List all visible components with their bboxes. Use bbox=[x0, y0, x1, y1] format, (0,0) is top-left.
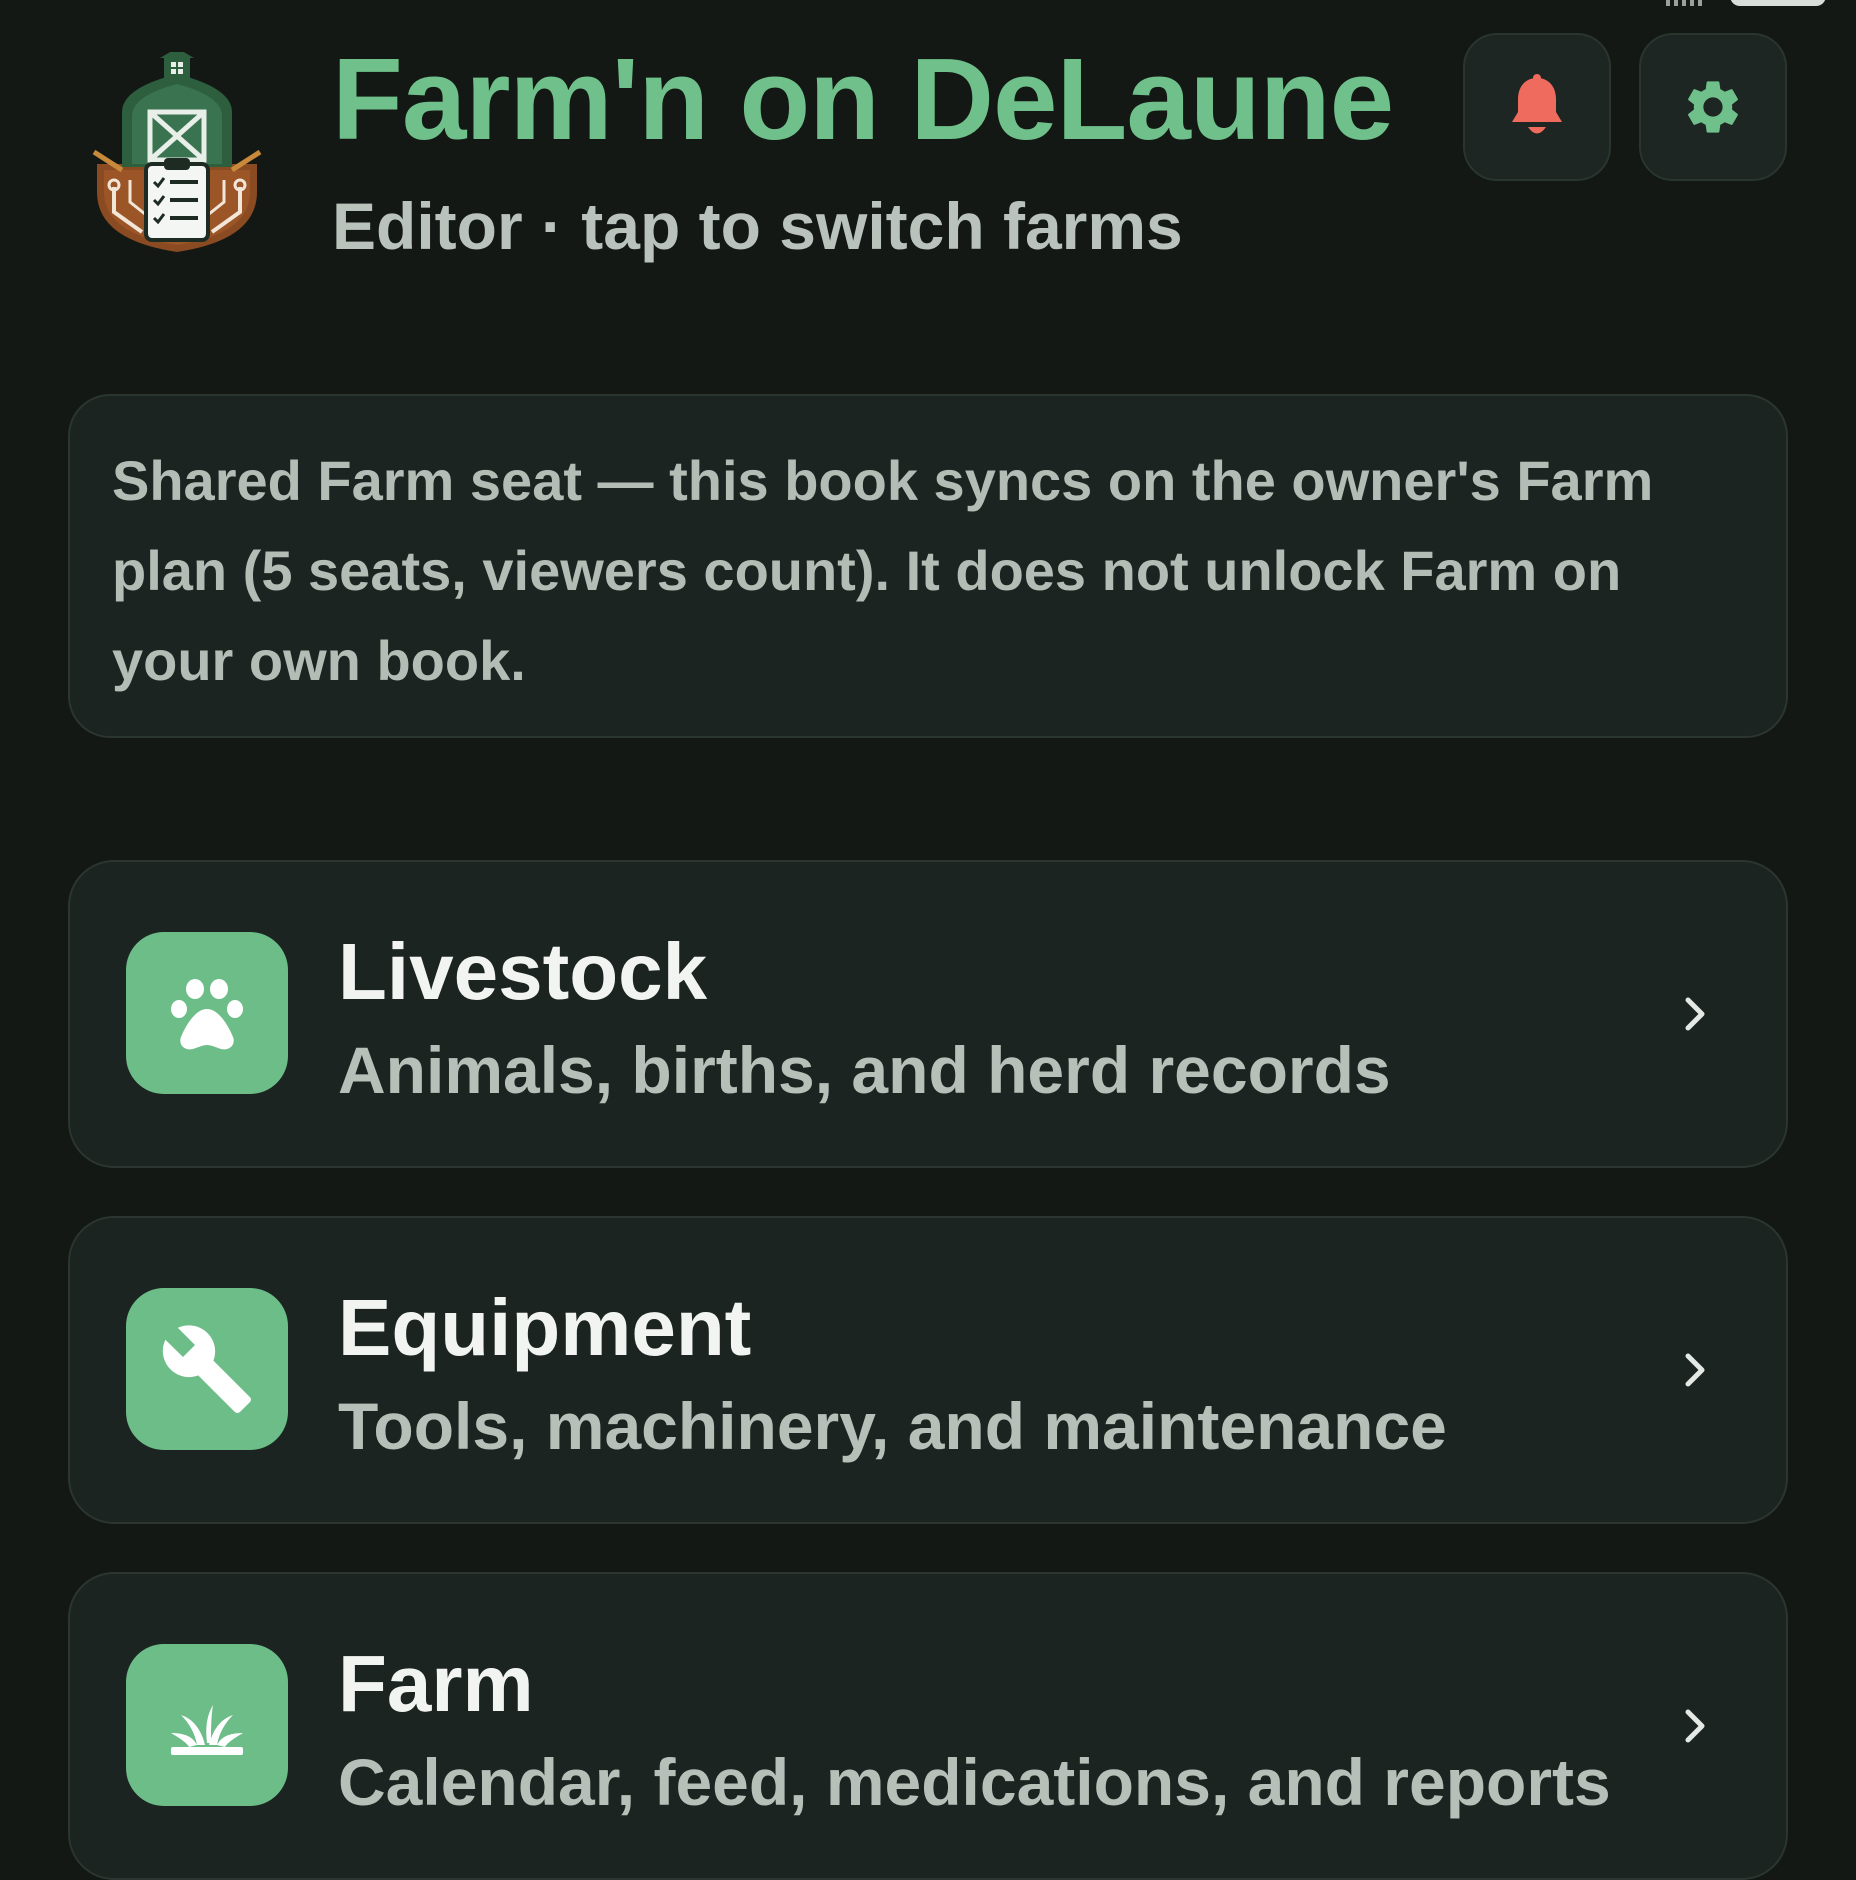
shared-seat-notice: Shared Farm seat — this book syncs on th… bbox=[68, 394, 1788, 738]
sprout-icon bbox=[126, 1644, 288, 1806]
nav-card-title: Livestock bbox=[338, 927, 708, 1016]
settings-button[interactable] bbox=[1639, 33, 1787, 181]
nav-card-title: Farm bbox=[338, 1639, 534, 1728]
nav-card-livestock[interactable]: Livestock Animals, births, and herd reco… bbox=[68, 860, 1788, 1168]
paw-icon bbox=[126, 932, 288, 1094]
notifications-button[interactable] bbox=[1463, 33, 1611, 181]
chevron-right-icon bbox=[1685, 1353, 1705, 1387]
nav-card-description: Calendar, feed, medications, and reports bbox=[338, 1745, 1611, 1819]
nav-card-description: Tools, machinery, and maintenance bbox=[338, 1389, 1447, 1463]
chevron-right-icon bbox=[1685, 1709, 1705, 1743]
nav-card-equipment[interactable]: Equipment Tools, machinery, and maintena… bbox=[68, 1216, 1788, 1524]
chevron-right-icon bbox=[1685, 997, 1705, 1031]
app-header: Farm'n on DeLaune Editor · tap to switch… bbox=[0, 0, 1856, 300]
nav-card-description: Animals, births, and herd records bbox=[338, 1033, 1391, 1107]
wrench-icon bbox=[126, 1288, 288, 1450]
bell-icon bbox=[1512, 74, 1562, 134]
farm-logo-icon bbox=[92, 48, 262, 252]
farm-title[interactable]: Farm'n on DeLaune bbox=[332, 35, 1394, 164]
nav-card-title: Equipment bbox=[338, 1283, 752, 1372]
gear-icon bbox=[1688, 81, 1738, 133]
nav-card-farm[interactable]: Farm Calendar, feed, medications, and re… bbox=[68, 1572, 1788, 1880]
notice-text: Shared Farm seat — this book syncs on th… bbox=[112, 449, 1654, 692]
farm-switch-subtitle[interactable]: Editor · tap to switch farms bbox=[332, 190, 1183, 263]
